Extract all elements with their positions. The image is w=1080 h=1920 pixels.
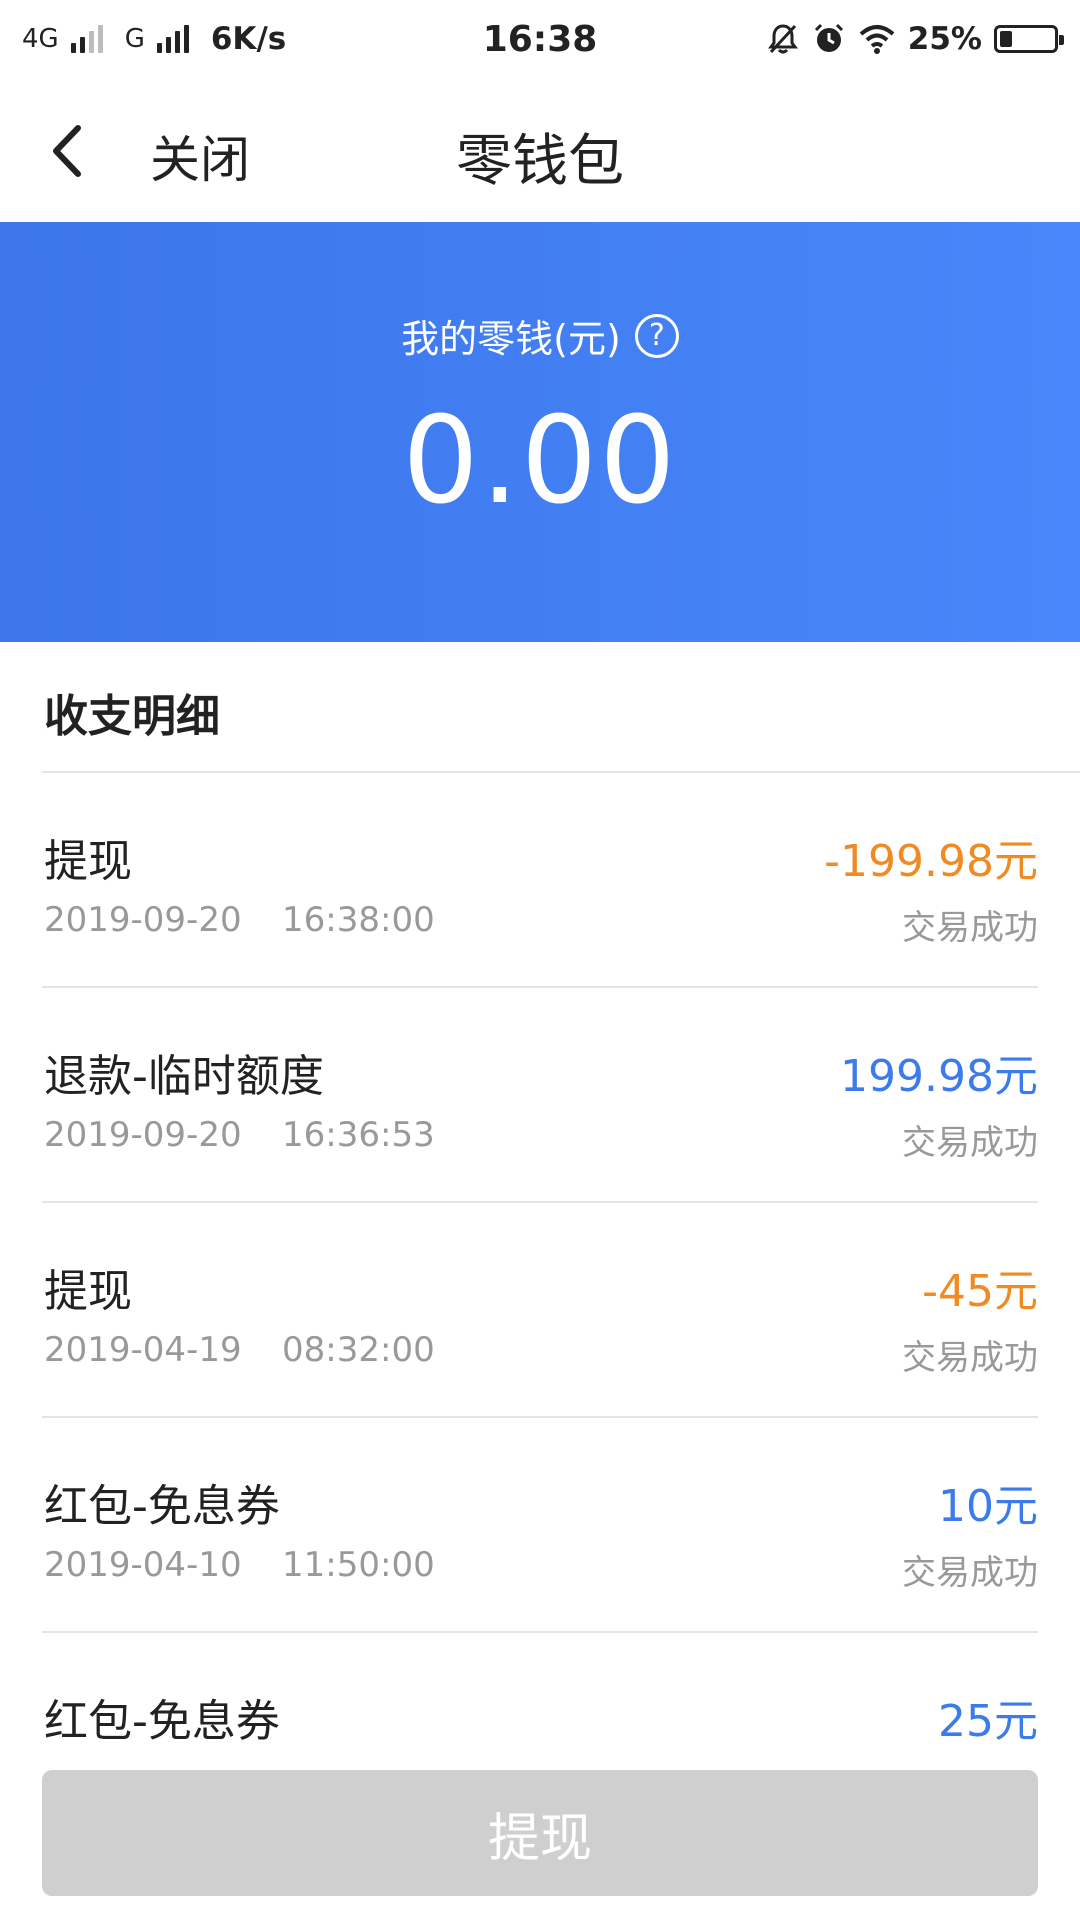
battery-icon	[994, 25, 1064, 53]
wifi-icon	[859, 25, 895, 54]
transaction-amount: 199.98元	[840, 1051, 1038, 1102]
transaction-amount: 25元	[938, 1696, 1038, 1747]
page-title: 零钱包	[456, 129, 624, 194]
transaction-time: 08:32:00	[282, 1330, 435, 1370]
status-bar: 4G G 6K/s 16:38 25%	[0, 0, 1080, 78]
transaction-title: 提现	[44, 1266, 132, 1317]
mute-bell-icon	[767, 24, 798, 54]
network-type-2: G	[124, 24, 145, 54]
status-left: 4G G 6K/s	[22, 21, 382, 57]
question-circle-icon[interactable]: ?	[634, 313, 679, 358]
balance-label: 我的零钱(元)	[401, 317, 621, 361]
transaction-title: 退款-临时额度	[44, 1051, 324, 1102]
status-right: 25%	[698, 21, 1064, 57]
transaction-status: 交易成功	[902, 1338, 1038, 1378]
battery-percent: 25%	[907, 21, 982, 57]
transaction-status: 交易成功	[902, 1123, 1038, 1163]
transaction-time: 16:36:53	[282, 1115, 435, 1155]
transaction-status: 交易成功	[902, 1553, 1038, 1593]
transaction-title: 提现	[44, 836, 132, 887]
alarm-icon	[814, 23, 843, 52]
wallet-page: 4G G 6K/s 16:38 25% 关闭 零钱包 我的零钱(元) ? 0.0…	[0, 0, 1080, 1920]
transaction-date: 2019-04-19	[44, 1330, 242, 1370]
transaction-row[interactable]: 退款-临时额度 199.98元 2019-09-20 16:36:53 交易成功	[42, 988, 1038, 1203]
signal-icon	[70, 25, 103, 53]
network-speed: 6K/s	[210, 21, 287, 57]
transaction-row[interactable]: 红包-免息券 10元 2019-04-10 11:50:00 交易成功	[42, 1418, 1038, 1633]
transaction-date: 2019-04-10	[44, 1545, 242, 1585]
balance-card: 我的零钱(元) ? 0.00	[0, 222, 1080, 642]
transaction-title: 红包-免息券	[44, 1696, 280, 1747]
transaction-amount: -45元	[922, 1266, 1038, 1317]
status-time: 16:38	[482, 18, 598, 60]
withdraw-button[interactable]: 提现	[42, 1770, 1038, 1896]
transaction-date: 2019-09-20	[44, 900, 242, 940]
transaction-time: 11:50:00	[282, 1545, 435, 1585]
network-type-1: 4G	[22, 24, 59, 54]
transaction-row[interactable]: 提现 -45元 2019-04-19 08:32:00 交易成功	[42, 1203, 1038, 1418]
balance-amount: 0.00	[402, 392, 678, 531]
transaction-list: 提现 -199.98元 2019-09-20 16:38:00 交易成功 退款-…	[0, 773, 1080, 1848]
transaction-title: 红包-免息券	[44, 1481, 280, 1532]
transaction-amount: -199.98元	[824, 836, 1038, 887]
nav-bar: 关闭 零钱包	[0, 78, 1080, 222]
signal-icon	[156, 25, 189, 53]
transaction-amount: 10元	[938, 1481, 1038, 1532]
balance-label-row: 我的零钱(元) ?	[0, 308, 1080, 363]
transaction-status: 交易成功	[902, 908, 1038, 948]
transaction-date: 2019-09-20	[44, 1115, 242, 1155]
transaction-time: 16:38:00	[282, 900, 435, 940]
transaction-row[interactable]: 提现 -199.98元 2019-09-20 16:38:00 交易成功	[42, 773, 1038, 988]
section-title: 收支明细	[44, 691, 220, 742]
